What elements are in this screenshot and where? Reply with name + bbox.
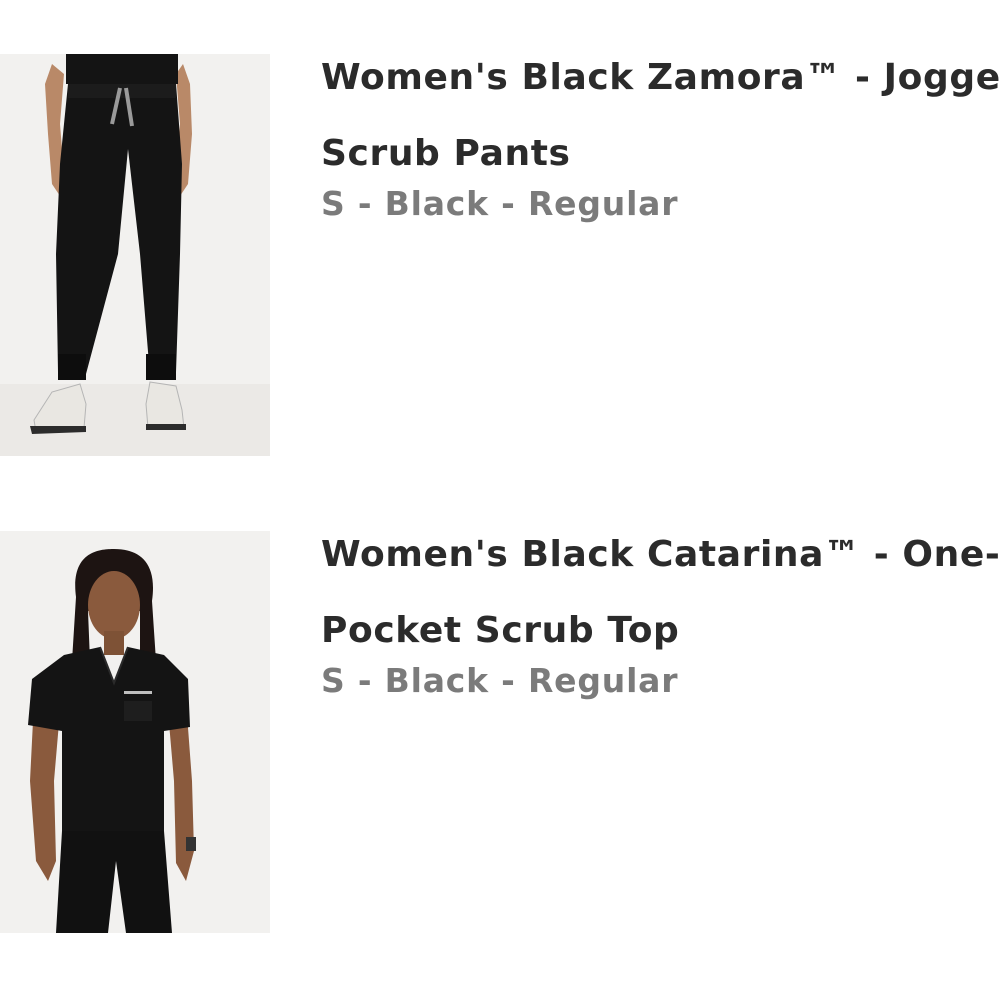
product-variant: S - Black - Regular	[321, 661, 679, 700]
product-title[interactable]: Women's Black Catarina™ - One-Pocket Scr…	[321, 531, 1000, 669]
cart-item-details: Women's Black Catarina™ - One-Pocket Scr…	[321, 531, 1000, 700]
cart-item-details: Women's Black Zamora™ - Jogger Scrub Pan…	[321, 54, 1000, 223]
product-image-pants[interactable]	[0, 54, 270, 456]
top-model-icon	[0, 531, 270, 933]
product-title[interactable]: Women's Black Zamora™ - Jogger Scrub Pan…	[321, 54, 1000, 192]
cart-item: Women's Black Catarina™ - One-Pocket Scr…	[0, 531, 1000, 933]
pants-model-icon	[0, 54, 270, 456]
product-image-top[interactable]	[0, 531, 270, 933]
cart-item: Women's Black Zamora™ - Jogger Scrub Pan…	[0, 54, 1000, 456]
product-variant: S - Black - Regular	[321, 184, 679, 223]
